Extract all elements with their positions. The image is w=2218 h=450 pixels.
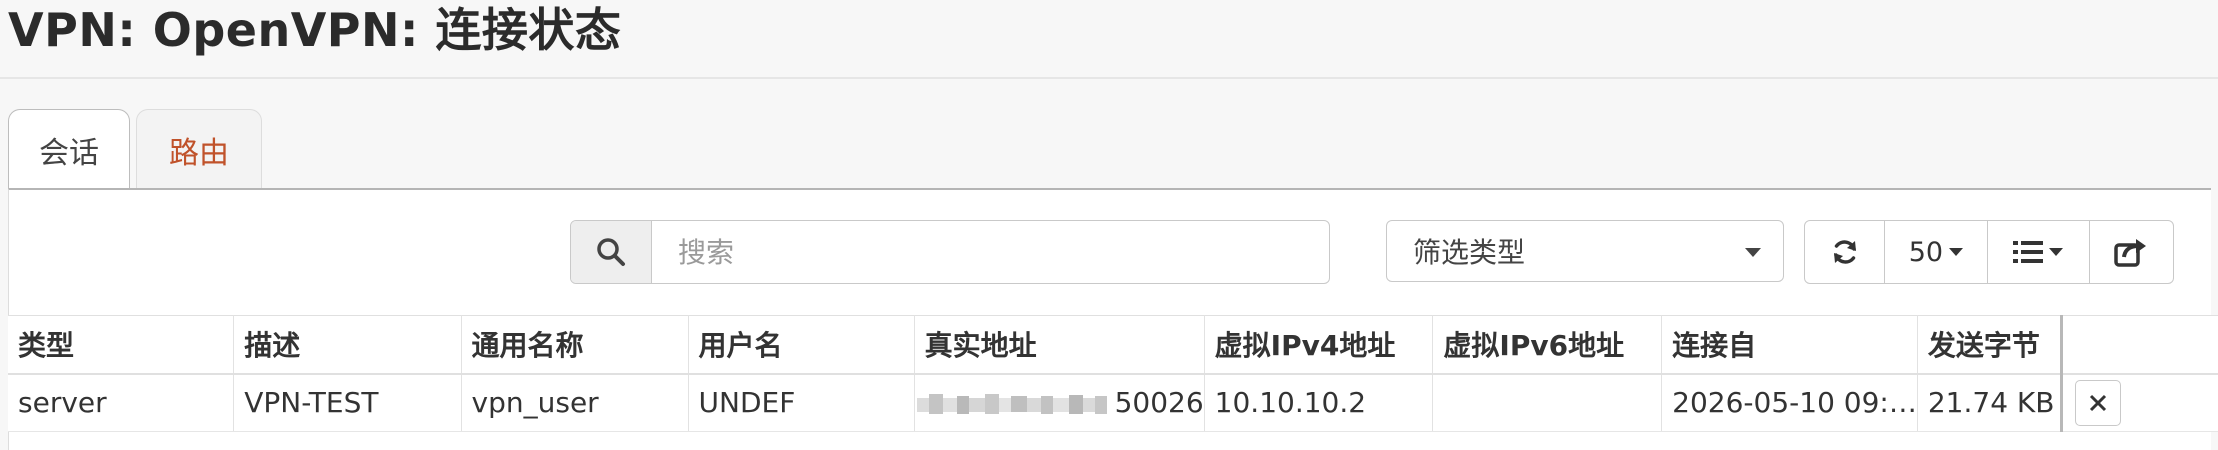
close-icon bbox=[2089, 394, 2106, 411]
search-icon[interactable] bbox=[571, 221, 652, 283]
column-header-virtual-ipv4[interactable]: 虚拟IPv4地址 bbox=[1204, 315, 1434, 375]
search-box bbox=[570, 220, 1330, 284]
cell-connected-since: 2026-05-10 09:… bbox=[1661, 373, 1918, 432]
chevron-down-icon bbox=[1745, 248, 1761, 257]
chevron-down-icon bbox=[1949, 248, 1964, 256]
table-header-row: 类型 描述 通用名称 用户名 真实地址 虚拟IPv4地址 虚拟IPv6地址 连接… bbox=[8, 315, 2218, 375]
title-divider bbox=[0, 77, 2218, 79]
column-header-bytes-sent[interactable]: 发送字节 bbox=[1917, 315, 2062, 375]
cell-commands bbox=[2059, 373, 2218, 432]
filter-type-select[interactable]: 筛选类型 bbox=[1386, 220, 1784, 282]
column-header-common-name[interactable]: 通用名称 bbox=[461, 315, 689, 375]
column-header-username[interactable]: 用户名 bbox=[688, 315, 915, 375]
table-row: server VPN-TEST vpn_user UNDEF 50026 10.… bbox=[8, 373, 2218, 432]
real-address-port: 50026 bbox=[1114, 386, 1204, 420]
filter-type-label: 筛选类型 bbox=[1413, 236, 1526, 269]
refresh-icon bbox=[1833, 240, 1856, 264]
kill-session-button[interactable] bbox=[2074, 379, 2121, 426]
share-icon bbox=[2114, 239, 2147, 267]
cell-description: VPN-TEST bbox=[233, 373, 462, 432]
cell-type: server bbox=[8, 373, 235, 432]
column-header-type[interactable]: 类型 bbox=[8, 315, 235, 375]
cell-real-address: 50026 bbox=[914, 373, 1205, 432]
column-header-description[interactable]: 描述 bbox=[233, 315, 462, 375]
page-size-value: 50 bbox=[1908, 236, 1944, 268]
export-button[interactable] bbox=[2090, 221, 2173, 283]
cell-username: UNDEF bbox=[688, 373, 915, 432]
column-header-connected-since[interactable]: 连接自 bbox=[1661, 315, 1918, 375]
page-title: VPN: OpenVPN: 连接状态 bbox=[8, 3, 622, 57]
columns-button[interactable] bbox=[1988, 221, 2090, 283]
chevron-down-icon bbox=[2049, 248, 2064, 256]
redacted-address bbox=[916, 394, 1107, 415]
grid-toolbar: 50 bbox=[1804, 220, 2174, 284]
tab-routes[interactable]: 路由 bbox=[136, 109, 262, 189]
column-header-virtual-ipv6[interactable]: 虚拟IPv6地址 bbox=[1432, 315, 1663, 375]
cell-bytes-sent: 21.74 KB bbox=[1917, 373, 2062, 432]
cell-common-name: vpn_user bbox=[461, 373, 689, 432]
page-size-button[interactable]: 50 bbox=[1885, 221, 1988, 283]
column-header-real-address[interactable]: 真实地址 bbox=[914, 315, 1205, 375]
search-input[interactable] bbox=[652, 221, 1322, 283]
cell-virtual-ipv4: 10.10.10.2 bbox=[1204, 373, 1434, 432]
sessions-table: 类型 描述 通用名称 用户名 真实地址 虚拟IPv4地址 虚拟IPv6地址 连接… bbox=[8, 315, 2218, 432]
cell-virtual-ipv6 bbox=[1432, 373, 1663, 432]
tab-sessions[interactable]: 会话 bbox=[8, 109, 130, 190]
refresh-button[interactable] bbox=[1805, 221, 1886, 283]
column-header-commands bbox=[2059, 315, 2218, 375]
list-icon bbox=[2013, 241, 2044, 263]
